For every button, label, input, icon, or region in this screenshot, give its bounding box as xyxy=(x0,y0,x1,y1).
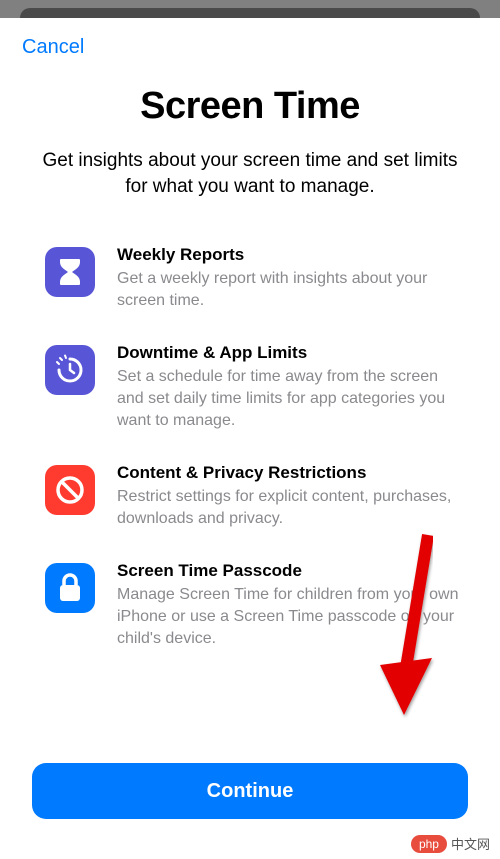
onboarding-sheet: Cancel Screen Time Get insights about yo… xyxy=(0,18,500,859)
sheet-header: Cancel xyxy=(0,18,500,59)
no-entry-icon xyxy=(45,465,95,515)
feature-list: Weekly Reports Get a weekly report with … xyxy=(0,203,500,649)
page-title: Screen Time xyxy=(30,85,470,128)
cancel-button[interactable]: Cancel xyxy=(22,36,84,59)
hourglass-icon xyxy=(45,247,95,297)
sheet-backdrop xyxy=(0,0,500,18)
watermark-badge: php xyxy=(411,835,447,853)
lock-icon xyxy=(45,563,95,613)
feature-title: Downtime & App Limits xyxy=(117,343,460,363)
watermark: php 中文网 xyxy=(411,834,490,853)
feature-title: Content & Privacy Restrictions xyxy=(117,463,460,483)
feature-downtime: Downtime & App Limits Set a schedule for… xyxy=(45,343,460,431)
page-subtitle: Get insights about your screen time and … xyxy=(30,148,470,199)
feature-text: Screen Time Passcode Manage Screen Time … xyxy=(117,561,460,649)
feature-passcode: Screen Time Passcode Manage Screen Time … xyxy=(45,561,460,649)
watermark-text: 中文网 xyxy=(451,834,490,853)
feature-desc: Restrict settings for explicit content, … xyxy=(117,486,460,529)
feature-title: Weekly Reports xyxy=(117,245,460,265)
feature-desc: Manage Screen Time for children from you… xyxy=(117,584,460,649)
feature-text: Content & Privacy Restrictions Restrict … xyxy=(117,463,460,529)
continue-button[interactable]: Continue xyxy=(32,763,468,819)
feature-content-privacy: Content & Privacy Restrictions Restrict … xyxy=(45,463,460,529)
feature-title: Screen Time Passcode xyxy=(117,561,460,581)
downtime-icon xyxy=(45,345,95,395)
feature-desc: Set a schedule for time away from the sc… xyxy=(117,366,460,431)
feature-weekly-reports: Weekly Reports Get a weekly report with … xyxy=(45,245,460,311)
feature-text: Downtime & App Limits Set a schedule for… xyxy=(117,343,460,431)
title-block: Screen Time Get insights about your scre… xyxy=(0,59,500,203)
feature-desc: Get a weekly report with insights about … xyxy=(117,268,460,311)
feature-text: Weekly Reports Get a weekly report with … xyxy=(117,245,460,311)
